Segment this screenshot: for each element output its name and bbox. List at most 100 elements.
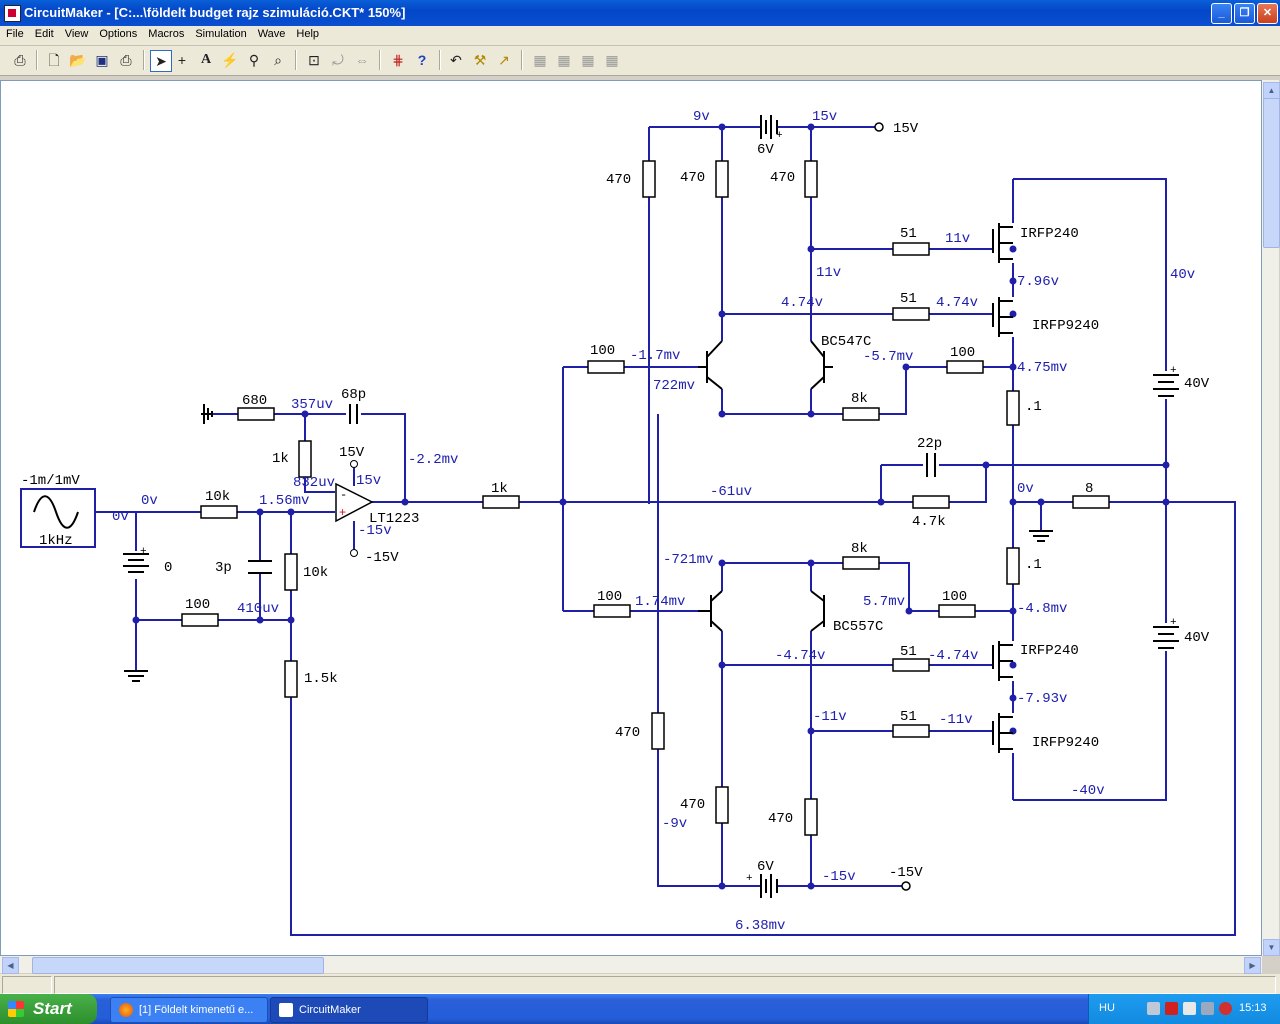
v-7-96v: 7.96v bbox=[1017, 274, 1059, 290]
r-01-a: .1 bbox=[1025, 399, 1042, 415]
align-icon-1[interactable]: ▦ bbox=[530, 50, 550, 70]
bat-40v-a: 40V bbox=[1184, 376, 1210, 392]
zoom-tool-icon[interactable]: ⌕ bbox=[268, 50, 288, 70]
v-332uv: 832uv bbox=[293, 475, 335, 491]
menu-macros[interactable]: Macros bbox=[142, 26, 189, 40]
wires bbox=[96, 126, 1236, 936]
menu-help[interactable]: Help bbox=[290, 26, 324, 40]
v-4-74v-b: 4.74v bbox=[936, 295, 978, 311]
digital-sim-icon[interactable]: ⋕ bbox=[388, 50, 408, 70]
close-button[interactable]: ✕ bbox=[1257, 3, 1278, 24]
toolbar-separator bbox=[36, 50, 38, 70]
zoom-fit-icon[interactable]: ⊡ bbox=[304, 50, 324, 70]
r-100-b: 100 bbox=[950, 345, 975, 361]
rotate-icon[interactable]: ⤾ bbox=[328, 50, 348, 70]
r-100-d: 100 bbox=[942, 589, 967, 605]
bat-0: 0 bbox=[164, 560, 172, 576]
tray-network-icon[interactable] bbox=[1201, 1002, 1214, 1015]
v-m4-74v-a: -4.74v bbox=[775, 648, 825, 664]
v-m15v-bot: -15v bbox=[822, 869, 856, 885]
toolbar-separator bbox=[143, 50, 145, 70]
menu-view[interactable]: View bbox=[59, 26, 94, 40]
circuitmaker-app-icon[interactable] bbox=[4, 5, 21, 22]
align-icon-3[interactable]: ▦ bbox=[578, 50, 598, 70]
close-icon: ✕ bbox=[1262, 7, 1273, 19]
r-100-a: 100 bbox=[590, 343, 615, 359]
probe-tool-icon[interactable]: ⚡ bbox=[220, 50, 240, 70]
new-icon[interactable]: 🗋 bbox=[44, 50, 64, 70]
menu-simulation[interactable]: Simulation bbox=[189, 26, 251, 40]
v-9v: 9v bbox=[693, 109, 710, 125]
help-icon[interactable]: ? bbox=[412, 50, 432, 70]
language-indicator[interactable]: HU bbox=[1099, 1002, 1115, 1014]
menu-bar: File Edit View Options Macros Simulation Wave H… bbox=[0, 26, 1280, 46]
tray-volume-icon[interactable] bbox=[1183, 1002, 1196, 1015]
v-m7-93v: -7.93v bbox=[1017, 691, 1067, 707]
open-icon[interactable]: 📂 bbox=[68, 50, 88, 70]
start-label: Start bbox=[33, 999, 72, 1018]
mirror-icon[interactable]: ⇔ bbox=[352, 50, 372, 70]
menu-options[interactable]: Options bbox=[93, 26, 142, 40]
toolbar-separator bbox=[379, 50, 381, 70]
menu-edit[interactable]: Edit bbox=[29, 26, 59, 40]
firefox-icon bbox=[119, 1003, 133, 1017]
wand-tool-icon[interactable]: ⚲ bbox=[244, 50, 264, 70]
v-m61uv: -61uv bbox=[710, 484, 752, 500]
wire-tool-icon[interactable]: + bbox=[172, 50, 192, 70]
r-470-a: 470 bbox=[606, 172, 631, 188]
toolbar-separator bbox=[295, 50, 297, 70]
toolbar-separator bbox=[521, 50, 523, 70]
align-icon-4[interactable]: ▦ bbox=[602, 50, 622, 70]
mosfet-symbols bbox=[992, 223, 1013, 753]
src-freq: 1kHz bbox=[39, 533, 73, 549]
taskbar-item-circuitmaker[interactable]: CircuitMaker bbox=[270, 997, 428, 1023]
minimize-button[interactable]: _ bbox=[1211, 3, 1232, 24]
v-357uv: 357uv bbox=[291, 397, 333, 413]
horizontal-scrollbar[interactable]: ◀ ▶ bbox=[0, 956, 1262, 974]
menu-file[interactable]: File bbox=[0, 26, 29, 40]
arrow-tool-icon[interactable]: ➤ bbox=[150, 50, 172, 72]
v-11v-b: 11v bbox=[816, 265, 841, 281]
vertical-scroll-thumb[interactable] bbox=[1263, 98, 1280, 248]
windows-logo-icon bbox=[8, 1001, 24, 1017]
trace-icon[interactable]: ↗ bbox=[494, 50, 514, 70]
text-tool-icon[interactable]: A bbox=[196, 50, 216, 70]
scroll-up-icon[interactable]: ▲ bbox=[1263, 82, 1280, 99]
taskbar-item-firefox[interactable]: [1] Földelt kimenetű e... bbox=[110, 997, 268, 1023]
vertical-scrollbar[interactable]: ▲ ▼ bbox=[1262, 80, 1280, 956]
v-m2-2mv: -2.2mv bbox=[408, 452, 458, 468]
tray-shield-icon[interactable] bbox=[1165, 1002, 1178, 1015]
start-button[interactable]: Start bbox=[0, 994, 97, 1024]
r-100-fb: 100 bbox=[185, 597, 210, 613]
print-icon[interactable]: ⎙ bbox=[116, 50, 136, 70]
horizontal-scroll-thumb[interactable] bbox=[32, 957, 324, 974]
v-m4-74v-b: -4.74v bbox=[928, 648, 978, 664]
save-icon[interactable]: ▣ bbox=[92, 50, 112, 70]
scroll-down-icon[interactable]: ▼ bbox=[1263, 939, 1280, 956]
scroll-left-icon[interactable]: ◀ bbox=[2, 957, 19, 974]
maximize-button[interactable]: ❐ bbox=[1234, 3, 1255, 24]
undo-icon[interactable]: ↶ bbox=[446, 50, 466, 70]
schematic-canvas[interactable]: + + + + + - + -1m/1mV 1kHz 10k 0 3p 100 … bbox=[0, 80, 1262, 956]
toolbar-separator bbox=[439, 50, 441, 70]
r-1k-out: 1k bbox=[491, 481, 508, 497]
tools-icon[interactable]: ⚒ bbox=[470, 50, 490, 70]
r-51-c: 51 bbox=[900, 644, 917, 660]
v-4-74v-a: 4.74v bbox=[781, 295, 823, 311]
r-51-d: 51 bbox=[900, 709, 917, 725]
svg-text:+: + bbox=[140, 546, 147, 558]
tray-pen-icon[interactable] bbox=[1147, 1002, 1160, 1015]
system-tray: HU 15:13 bbox=[1088, 994, 1280, 1024]
menu-wave[interactable]: Wave bbox=[252, 26, 291, 40]
tray-app-icon[interactable] bbox=[1219, 1002, 1232, 1015]
q-irfp9240-b: IRFP9240 bbox=[1032, 735, 1099, 751]
title-bar: CircuitMaker - [C:...\földelt budget raj… bbox=[0, 0, 1280, 26]
print-setup-icon[interactable]: ⎙ bbox=[10, 50, 30, 70]
r-470-b: 470 bbox=[680, 170, 705, 186]
clock[interactable]: 15:13 bbox=[1239, 1002, 1267, 1014]
v-11v-a: 11v bbox=[945, 231, 970, 247]
align-icon-2[interactable]: ▦ bbox=[554, 50, 574, 70]
r-01-b: .1 bbox=[1025, 557, 1042, 573]
v-m9v: -9v bbox=[662, 816, 687, 832]
scroll-right-icon[interactable]: ▶ bbox=[1244, 957, 1261, 974]
